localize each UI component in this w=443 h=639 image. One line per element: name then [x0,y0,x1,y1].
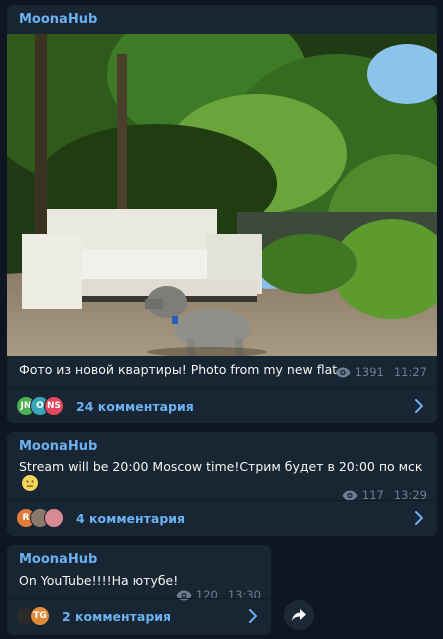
chevron-right-icon [415,399,423,413]
divider [7,387,437,388]
channel-name[interactable]: MoonaHub [7,545,271,569]
post-text: Фото из новой квартиры! Photo from my ne… [19,362,342,377]
commenter-avatars: TG [16,606,50,626]
commenter-avatars: R [16,508,64,528]
comments-label: 4 комментария [76,510,186,526]
channel-name[interactable]: MoonaHub [7,5,437,29]
comments-button[interactable]: TG 2 комментария [7,599,271,633]
commenter-avatars: JN O NS [16,396,64,416]
comments-label: 24 комментария [76,398,194,414]
chevron-right-icon [249,609,257,623]
eye-icon [335,367,351,377]
share-button[interactable] [284,600,314,630]
channel-post-2: MoonaHub Stream will be 20:00 Moscow tim… [7,432,437,536]
comments-label: 2 комментария [62,608,172,624]
channel-post-1: MoonaHub Фото из новой квартиры! Photo f… [7,5,437,423]
channel-name[interactable]: MoonaHub [7,432,437,456]
channel-post-3: MoonaHub On YouTube!!!!На ютубе! 120 13:… [7,545,271,635]
chevron-right-icon [415,511,423,525]
post-photo[interactable] [7,34,437,356]
post-text: Stream will be 20:00 Moscow time!Стрим б… [19,459,423,474]
comments-button[interactable]: JN O NS 24 комментария [7,389,437,423]
avatar: TG [30,606,50,626]
photo-image [7,34,437,356]
comments-button[interactable]: R 4 комментария [7,501,437,535]
emoji-icon [22,475,38,491]
post-time: 11:27 [393,365,427,379]
views-count: 1391 [354,365,384,379]
post-text: On YouTube!!!!На ютубе! [19,573,179,588]
eye-icon [342,490,358,500]
post-meta: 1391 11:27 [335,364,427,380]
avatar: NS [44,396,64,416]
share-icon [292,609,306,621]
avatar-image [44,508,64,528]
post-text-row: On YouTube!!!!На ютубе! 120 13:30 [7,569,271,602]
